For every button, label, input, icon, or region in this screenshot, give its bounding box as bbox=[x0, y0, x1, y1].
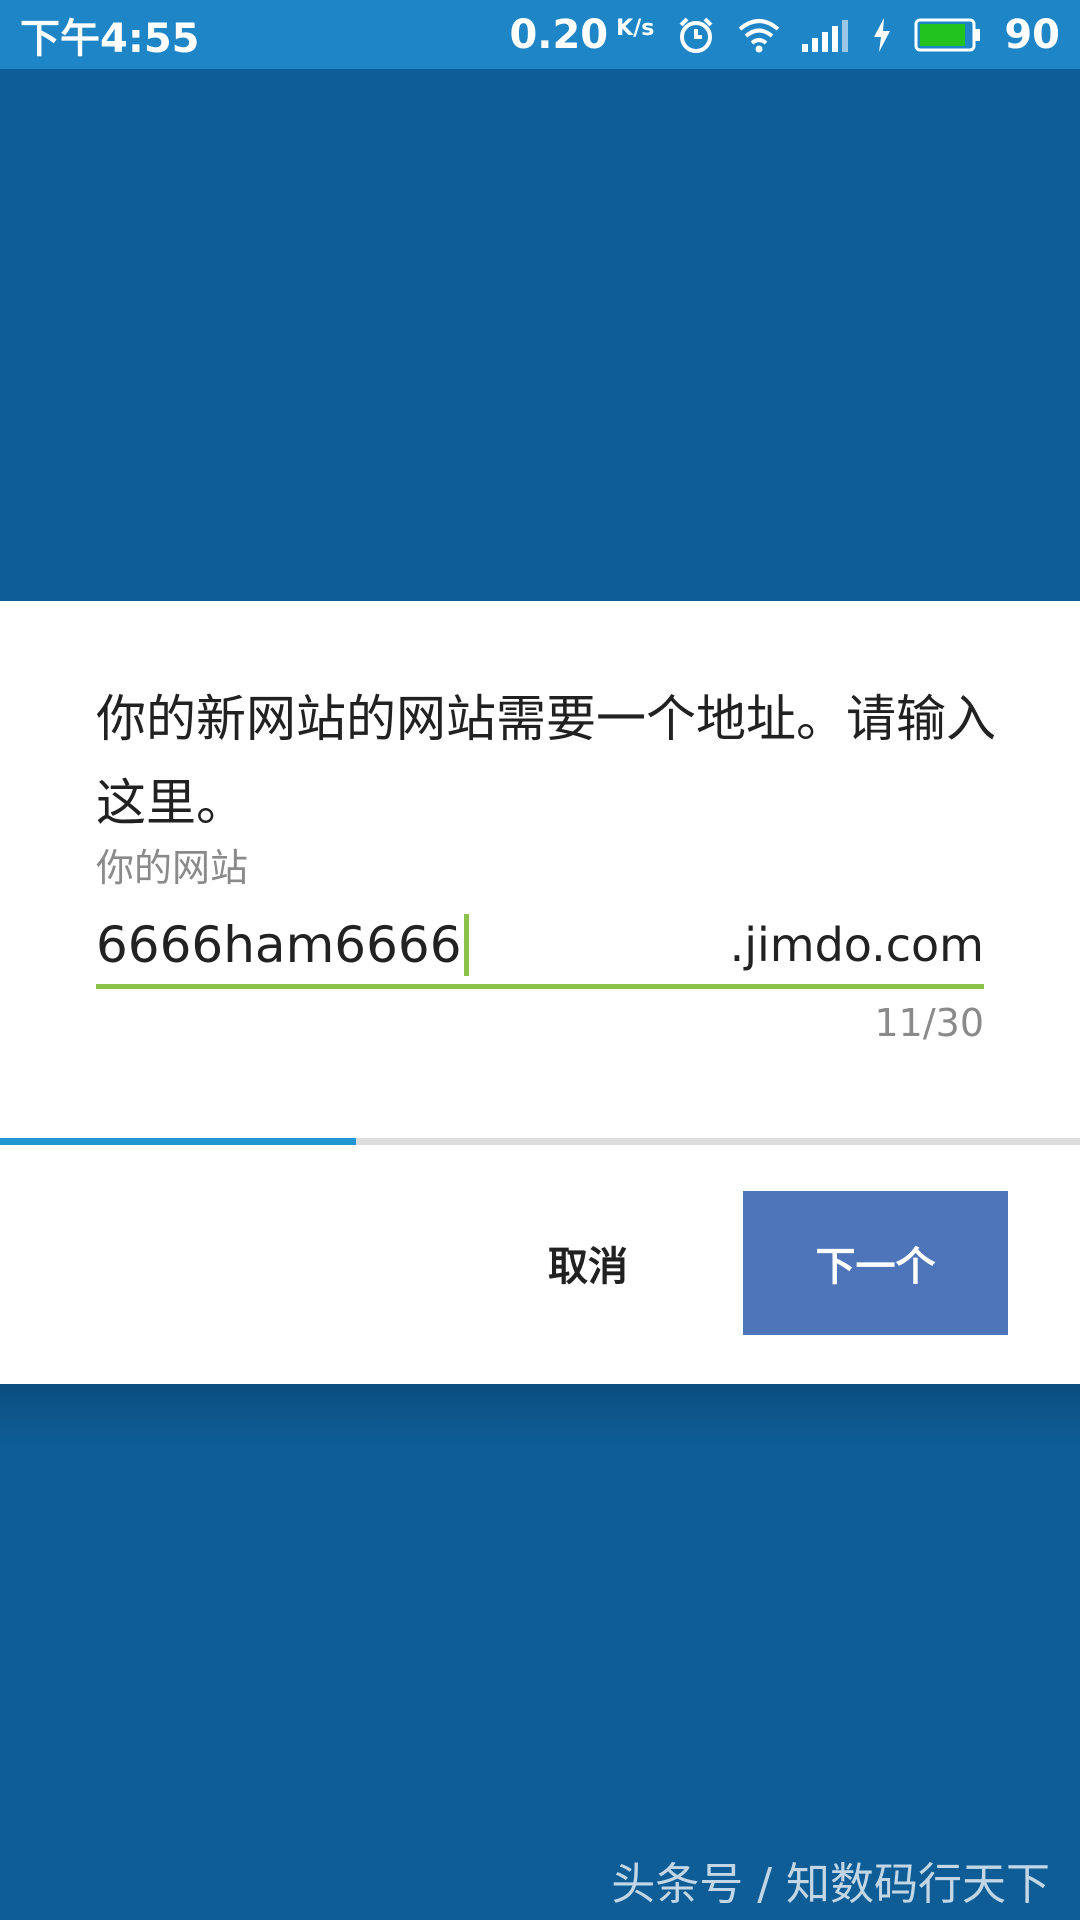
wifi-icon bbox=[738, 17, 780, 53]
status-bar: 下午4:55 0.20 K/s 90 bbox=[0, 0, 1080, 69]
status-time: 下午4:55 bbox=[20, 15, 200, 62]
battery-icon bbox=[914, 18, 982, 52]
input-underline bbox=[96, 984, 984, 989]
status-indicators: 0.20 K/s 90 bbox=[509, 12, 1060, 58]
signal-icon bbox=[802, 18, 850, 52]
watermark: 头条号 / 知数码行天下 bbox=[611, 1859, 1050, 1910]
website-address-value[interactable]: 6666ham6666 bbox=[96, 905, 469, 985]
website-address-input[interactable]: 6666ham6666 .jimdo.com bbox=[96, 905, 984, 985]
cancel-button[interactable]: 取消 bbox=[500, 1191, 676, 1335]
network-speed-unit: K/s bbox=[616, 15, 655, 41]
network-speed: 0.20 K/s bbox=[509, 12, 654, 58]
character-counter: 11/30 bbox=[874, 1001, 984, 1045]
background-bottom bbox=[0, 1384, 1080, 1920]
alarm-icon bbox=[676, 15, 716, 55]
dialog-message: 你的新网站的网站需要一个地址。请输入这里。 bbox=[96, 690, 996, 832]
next-button[interactable]: 下一个 bbox=[743, 1191, 1008, 1335]
progress-bar bbox=[0, 1138, 1080, 1145]
battery-percent: 90 bbox=[1004, 11, 1060, 58]
domain-suffix: .jimdo.com bbox=[729, 918, 984, 972]
network-speed-value: 0.20 bbox=[509, 11, 609, 58]
progress-fill bbox=[0, 1138, 357, 1145]
charging-icon bbox=[872, 17, 892, 52]
dialog-shadow bbox=[0, 1384, 1080, 1444]
text-caret bbox=[463, 913, 469, 976]
website-field-label: 你的网站 bbox=[96, 846, 249, 890]
background-top bbox=[0, 69, 1080, 601]
input-text: 6666ham6666 bbox=[96, 916, 462, 974]
address-dialog: 你的新网站的网站需要一个地址。请输入这里。 你的网站 6666ham6666 .… bbox=[0, 601, 1080, 1384]
